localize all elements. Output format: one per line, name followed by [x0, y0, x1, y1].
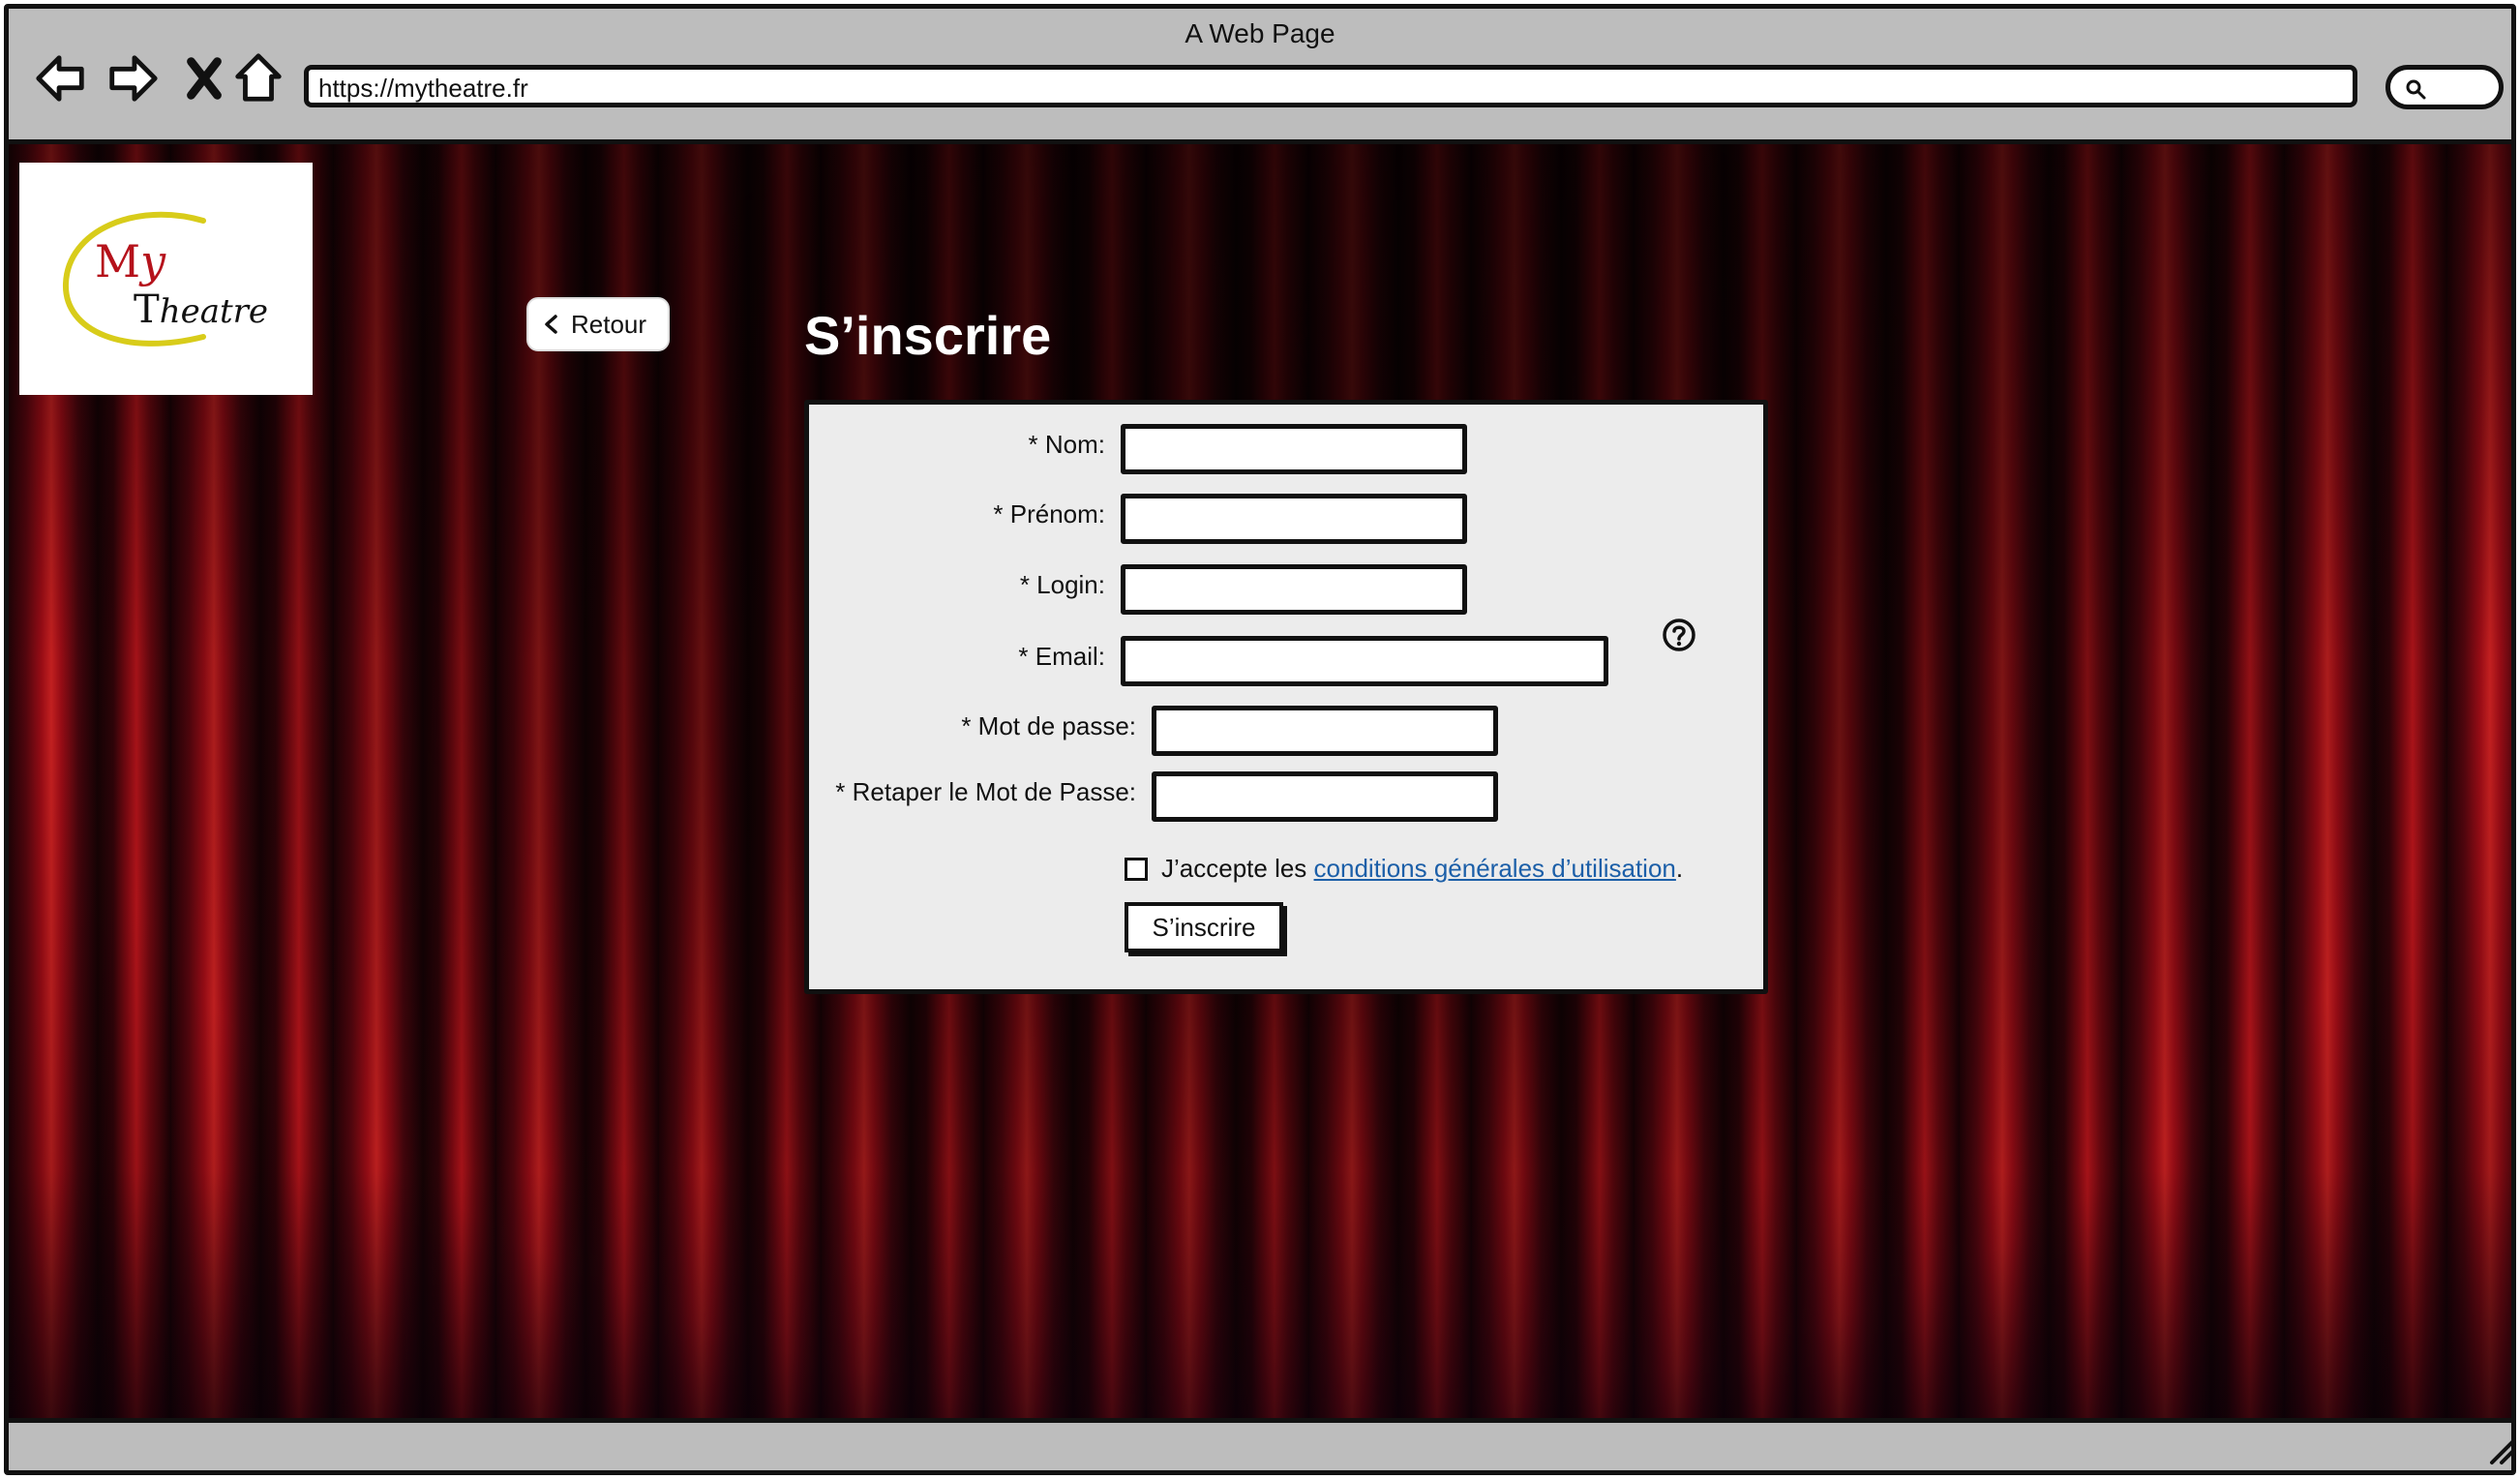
logo-my-text: My — [95, 235, 166, 287]
signup-form: * Nom: * Prénom: * Login: * Email: * Mot… — [804, 400, 1768, 994]
page-title: S’inscrire — [804, 305, 1052, 366]
confirm-password-input[interactable] — [1152, 771, 1498, 822]
login-label: * Login: — [1019, 570, 1105, 599]
terms-row: J’accepte les conditions générales d’uti… — [1125, 854, 1683, 884]
back-button-label: Retour — [571, 309, 647, 339]
email-label: * Email: — [1018, 642, 1105, 671]
search-icon — [2406, 79, 2426, 100]
terms-prefix: J’accepte les — [1161, 854, 1314, 883]
logo-theatre-text: Theatre — [134, 287, 268, 332]
prenom-label: * Prénom: — [993, 499, 1105, 528]
theatre-logo-image: My Theatre — [62, 211, 268, 347]
back-button[interactable]: Retour — [526, 297, 670, 351]
window-title: A Web Page — [1185, 18, 1335, 48]
home-icon — [235, 53, 282, 102]
browser-window: A Web Page https://mytheatre.fr My Theat… — [4, 4, 2516, 1475]
signup-submit-button[interactable]: S’inscrire — [1125, 902, 1283, 952]
terms-link[interactable]: conditions générales d’utilisation — [1314, 854, 1676, 883]
email-input[interactable] — [1121, 636, 1608, 686]
login-input[interactable] — [1121, 564, 1467, 615]
resize-grip-icon[interactable] — [2484, 1434, 2511, 1466]
arrow-right-icon — [109, 55, 158, 102]
close-icon — [187, 57, 222, 100]
forward-nav-button[interactable] — [102, 47, 164, 109]
site-logo[interactable]: My Theatre — [19, 163, 313, 395]
prenom-input[interactable] — [1121, 494, 1467, 544]
arrow-left-icon — [36, 55, 84, 102]
password-input[interactable] — [1152, 706, 1498, 756]
browser-titlebar: A Web Page https://mytheatre.fr — [9, 9, 2511, 144]
confirm-password-label: * Retaper le Mot de Passe: — [835, 777, 1136, 806]
browser-search-box[interactable] — [2385, 65, 2504, 109]
home-nav-button[interactable] — [227, 47, 289, 109]
terms-suffix: . — [1675, 854, 1684, 883]
nom-label: * Nom: — [1028, 430, 1105, 459]
question-circle-icon[interactable] — [1661, 617, 1697, 653]
browser-statusbar — [9, 1418, 2511, 1470]
password-label: * Mot de passe: — [961, 711, 1136, 740]
back-nav-button[interactable] — [30, 47, 92, 109]
nom-input[interactable] — [1121, 424, 1467, 474]
page-content: My Theatre Retour S’inscrire * Nom: * Pr… — [9, 144, 2511, 1428]
chevron-left-icon — [545, 315, 557, 334]
terms-text: J’accepte les conditions générales d’uti… — [1161, 854, 1683, 884]
address-bar[interactable]: https://mytheatre.fr — [304, 65, 2357, 107]
stop-nav-button[interactable] — [173, 47, 235, 109]
terms-checkbox[interactable] — [1125, 857, 1148, 881]
